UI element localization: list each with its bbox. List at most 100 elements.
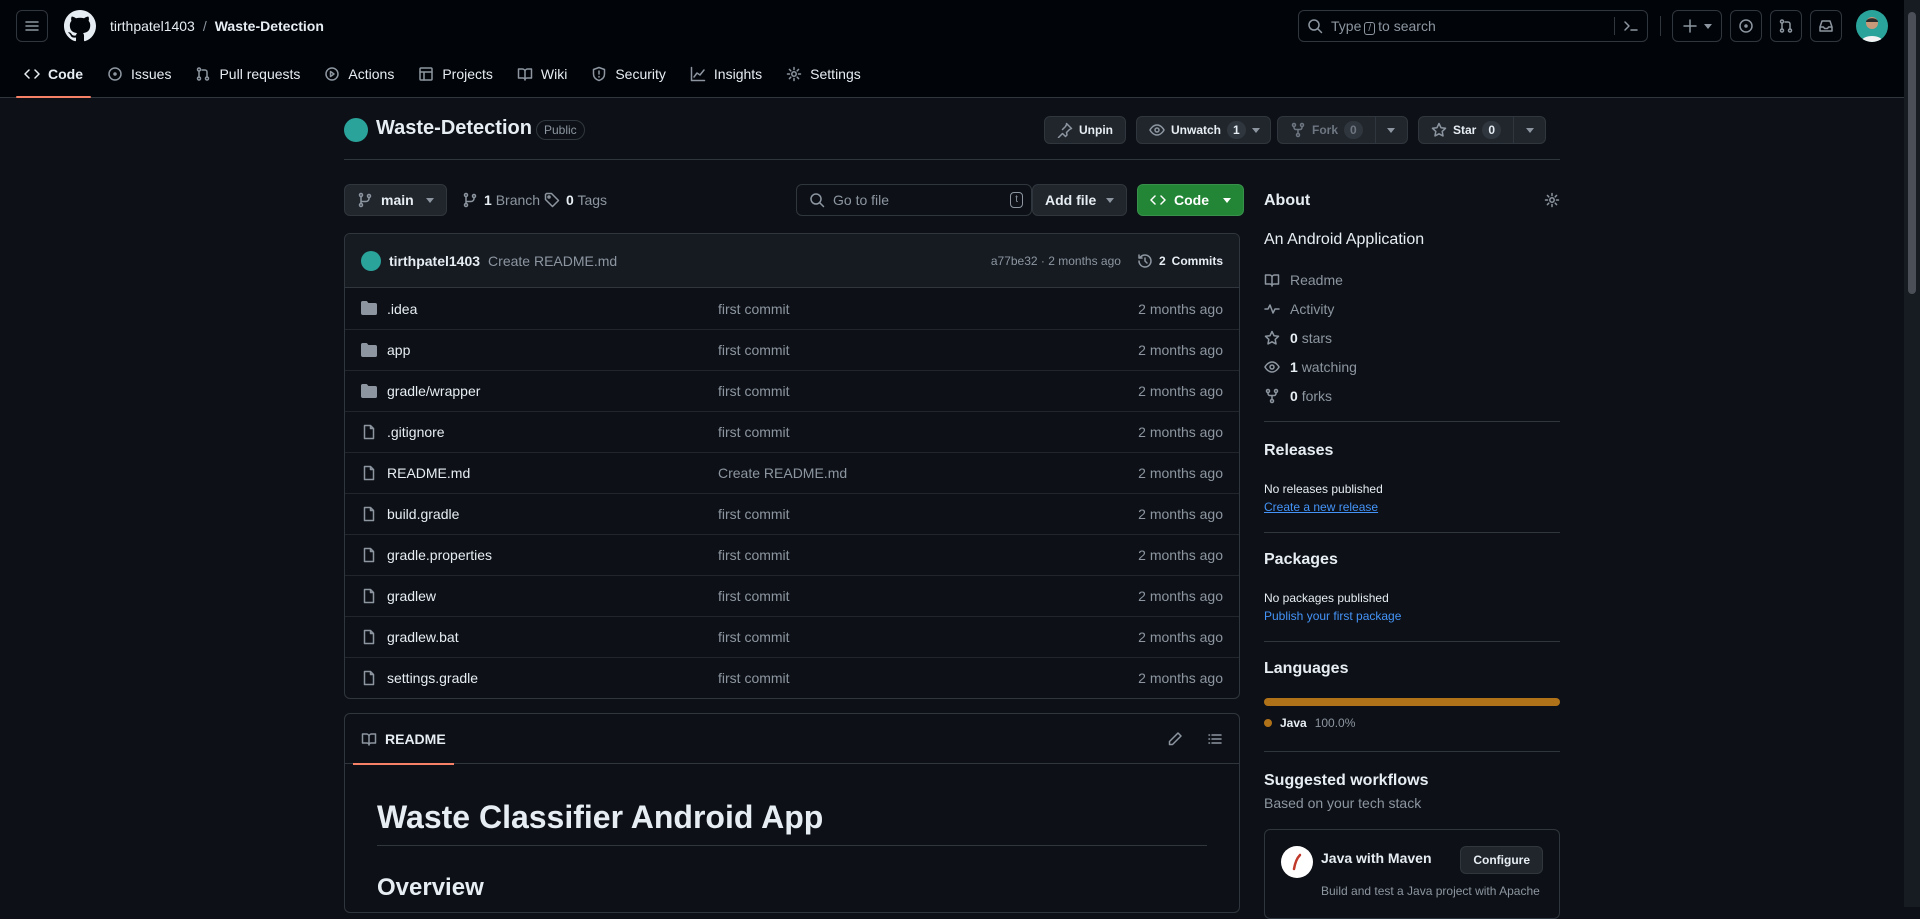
scrollbar-thumb[interactable] (1908, 12, 1916, 294)
file-name[interactable]: app (387, 342, 410, 358)
file-row[interactable]: README.md Create README.md 2 months ago (345, 452, 1239, 493)
branches-link[interactable]: 1 Branch (462, 184, 540, 216)
workflow-card: Java with Maven Configure Build and test… (1264, 829, 1560, 919)
language-item[interactable]: Java 100.0% (1264, 716, 1355, 730)
file-name[interactable]: .gitignore (387, 424, 445, 440)
file-name[interactable]: gradle/wrapper (387, 383, 480, 399)
inbox-button[interactable] (1810, 10, 1842, 42)
file-name[interactable]: gradlew (387, 588, 436, 604)
pencil-icon[interactable] (1167, 731, 1183, 747)
tags-link[interactable]: 0 Tags (544, 184, 607, 216)
folder-icon (361, 301, 377, 315)
add-file-button[interactable]: Add file (1032, 184, 1128, 216)
file-row[interactable]: .idea first commit 2 months ago (345, 288, 1239, 329)
stars-link[interactable]: 0 stars (1264, 330, 1332, 346)
watching-count: 1 (1290, 359, 1298, 375)
commit-hash-time[interactable]: a77be32 · 2 months ago (991, 254, 1121, 268)
search-input[interactable]: Type / to search (1298, 10, 1648, 42)
tab-code[interactable]: Code (16, 56, 91, 98)
go-to-file-input[interactable]: Go to file t (796, 184, 1032, 216)
java-icon (1281, 846, 1313, 878)
tab-wiki[interactable]: Wiki (509, 56, 575, 92)
commits-link[interactable]: 2 Commits (1137, 253, 1223, 269)
file-commit-message[interactable]: Create README.md (718, 465, 847, 481)
star-button[interactable]: Star 0 (1418, 116, 1547, 144)
file-name[interactable]: gradle.properties (387, 547, 492, 563)
tab-projects[interactable]: Projects (410, 56, 501, 92)
command-palette-icon[interactable] (1623, 18, 1639, 34)
activity-link[interactable]: Activity (1264, 301, 1334, 317)
breadcrumb-owner[interactable]: tirthpatel1403 (110, 18, 195, 34)
page-scrollbar[interactable] (1904, 0, 1920, 907)
tab-settings[interactable]: Settings (778, 56, 869, 92)
watching-link[interactable]: 1 watching (1264, 359, 1357, 375)
fork-button[interactable]: Fork 0 (1277, 116, 1408, 144)
languages-title: Languages (1264, 660, 1349, 677)
tab-issues[interactable]: Issues (99, 56, 179, 92)
file-name[interactable]: settings.gradle (387, 670, 478, 686)
language-name: Java (1280, 716, 1307, 730)
about-title: About (1264, 192, 1311, 209)
tab-pull-requests[interactable]: Pull requests (187, 56, 308, 92)
file-commit-message[interactable]: first commit (718, 424, 790, 440)
create-new-button[interactable] (1672, 10, 1722, 42)
code-button[interactable]: Code (1137, 184, 1244, 216)
list-icon[interactable] (1207, 731, 1223, 747)
file-row[interactable]: gradle/wrapper first commit 2 months ago (345, 370, 1239, 411)
create-release-link[interactable]: Create a new release (1264, 500, 1378, 514)
commit-message[interactable]: Create README.md (488, 253, 617, 269)
star-dropdown[interactable] (1513, 117, 1545, 143)
readme-tools (1167, 731, 1223, 747)
file-commit-message[interactable]: first commit (718, 342, 790, 358)
packages-title[interactable]: Packages (1264, 551, 1338, 569)
unwatch-button[interactable]: Unwatch 1 (1136, 116, 1271, 144)
search-icon (1308, 19, 1323, 34)
branch-name: main (381, 192, 414, 208)
file-row[interactable]: app first commit 2 months ago (345, 329, 1239, 370)
fork-dropdown[interactable] (1374, 117, 1407, 143)
file-commit-message[interactable]: first commit (718, 383, 790, 399)
branch-selector[interactable]: main (344, 184, 447, 216)
commits-count: 2 (1158, 254, 1166, 268)
file-row[interactable]: build.gradle first commit 2 months ago (345, 493, 1239, 534)
file-commit-message[interactable]: first commit (718, 629, 790, 645)
gear-icon[interactable] (1544, 192, 1560, 208)
file-commit-message[interactable]: first commit (718, 506, 790, 522)
issues-button[interactable] (1730, 10, 1762, 42)
menu-button[interactable] (16, 10, 48, 42)
file-commit-message[interactable]: first commit (718, 547, 790, 563)
releases-title[interactable]: Releases (1264, 442, 1333, 460)
breadcrumb-repo[interactable]: Waste-Detection (215, 18, 324, 34)
file-row[interactable]: gradlew.bat first commit 2 months ago (345, 616, 1239, 657)
commit-author-avatar[interactable] (361, 250, 381, 271)
publish-package-link[interactable]: Publish your first package (1264, 609, 1401, 623)
commit-author[interactable]: tirthpatel1403 (389, 253, 480, 269)
github-logo-icon[interactable] (64, 10, 96, 42)
user-avatar[interactable] (1856, 10, 1888, 42)
pull-requests-button[interactable] (1770, 10, 1802, 42)
tab-security[interactable]: Security (583, 56, 674, 92)
file-commit-message[interactable]: first commit (718, 588, 790, 604)
file-name[interactable]: build.gradle (387, 506, 459, 522)
forks-link[interactable]: 0 forks (1264, 388, 1332, 404)
repo-owner-avatar[interactable] (344, 118, 368, 142)
tab-actions[interactable]: Actions (316, 56, 402, 92)
file-row[interactable]: gradle.properties first commit 2 months ag… (345, 534, 1239, 575)
file-row[interactable]: .gitignore first commit 2 months ago (345, 411, 1239, 452)
file-name[interactable]: README.md (387, 465, 470, 481)
tab-insights[interactable]: Insights (682, 56, 770, 92)
unpin-button[interactable]: Unpin (1044, 116, 1126, 144)
readme-tab[interactable]: README (353, 714, 454, 765)
file-commit-time: 2 months ago (1138, 670, 1223, 686)
file-row[interactable]: settings.gradle first commit 2 months ago (345, 657, 1239, 698)
file-name[interactable]: .idea (387, 301, 417, 317)
search-placeholder: Type / to search (1331, 17, 1436, 35)
file-commit-message[interactable]: first commit (718, 301, 790, 317)
configure-button[interactable]: Configure (1460, 846, 1543, 874)
readme-link[interactable]: Readme (1264, 272, 1343, 288)
file-commit-message[interactable]: first commit (718, 670, 790, 686)
file-name[interactable]: gradlew.bat (387, 629, 459, 645)
repo-title[interactable]: Waste-Detection (376, 117, 532, 140)
file-row[interactable]: gradlew first commit 2 months ago (345, 575, 1239, 616)
about-description: An Android Application (1264, 231, 1425, 248)
